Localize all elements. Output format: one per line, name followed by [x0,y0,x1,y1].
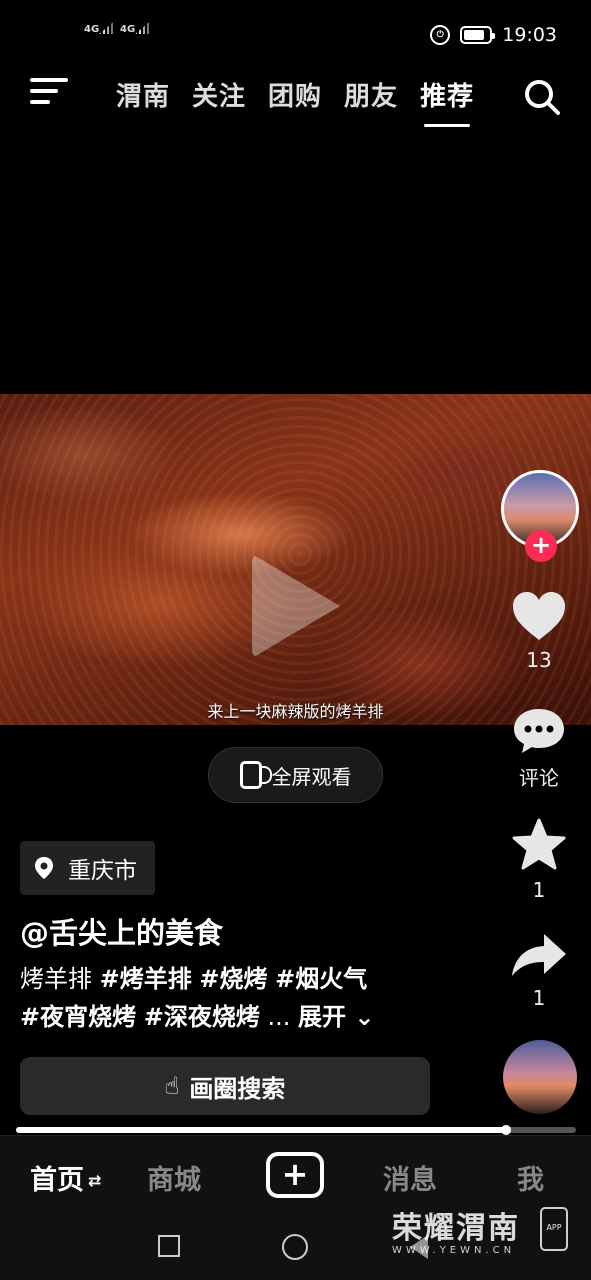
play-icon[interactable] [252,554,340,658]
tab-following[interactable]: 关注 [192,76,246,113]
comment-icon [514,709,564,753]
chevron-down-icon: ⌄ [346,1003,375,1031]
circle-search-label: 画圈搜索 [189,1074,286,1103]
video-progress-bar[interactable] [16,1125,576,1135]
comment-button[interactable]: 评论 [499,706,579,791]
create-post-button[interactable]: + [266,1152,324,1198]
expand-button[interactable]: 展开 ⌄ [298,1003,374,1031]
post-title: 烤羊排 [20,965,92,993]
watermark-logo: 荣耀渭南 WWW.YEWN.CN APP [392,1203,582,1258]
watermark-app-icon: APP [540,1207,568,1251]
hand-gesture-icon: ☝ [164,1072,180,1100]
tab-friends[interactable]: 朋友 [344,76,398,113]
author-name[interactable]: @舌尖上的美食 [20,910,223,952]
nav-me[interactable]: 我 [517,1158,544,1197]
video-player[interactable]: 来上一块麻辣版的烤羊排 [0,394,591,725]
home-icon[interactable] [282,1234,308,1260]
progress-fill [16,1127,506,1133]
hashtag[interactable]: #烤羊排 [100,965,192,993]
signal-icon-sim2: 4G [120,22,150,35]
location-pin-icon [35,857,53,879]
nav-mall[interactable]: 商城 [147,1158,201,1197]
follow-button[interactable]: + [525,530,557,562]
hashtag[interactable]: #烟火气 [275,965,367,993]
fullscreen-label: 全屏观看 [271,764,352,789]
location-tag[interactable]: 重庆市 [20,841,155,895]
favorite-button[interactable]: 1 [499,818,579,902]
ellipsis: ... [267,1003,291,1031]
hashtag[interactable]: #深夜烧烤 [144,1003,260,1031]
recent-apps-icon[interactable] [158,1235,180,1257]
feed-tabs: 渭南 关注 团购 朋友 推荐 [116,76,474,127]
post-description: 烤羊排 #烤羊排 #烧烤 #烟火气 #夜宵烧烤 #深夜烧烤 ... 展开 ⌄ [20,960,480,1036]
fullscreen-button[interactable]: 全屏观看 [208,747,383,803]
rotate-phone-icon [239,761,272,789]
nav-messages[interactable]: 消息 [383,1158,437,1197]
hashtag[interactable]: #夜宵烧烤 [20,1003,136,1031]
location-text: 重庆市 [68,858,137,884]
nav-home[interactable]: 首页 ⇄ [30,1158,101,1197]
comment-label: 评论 [519,766,559,790]
heart-icon [513,592,565,640]
battery-icon [460,26,496,44]
star-icon [512,818,566,870]
tab-group-buy[interactable]: 团购 [268,76,322,113]
eye-comfort-icon: ⏻ [430,25,451,45]
tab-weinan[interactable]: 渭南 [116,76,170,113]
menu-icon[interactable] [30,78,68,108]
progress-knob[interactable] [501,1125,511,1135]
circle-search-button[interactable]: ☝ 画圈搜索 [20,1057,430,1115]
like-button[interactable]: 13 [499,590,579,672]
like-count: 13 [526,648,552,672]
music-disc-avatar[interactable] [503,1040,577,1114]
search-icon[interactable] [523,78,561,116]
top-nav: 渭南 关注 团购 朋友 推荐 [0,70,591,130]
status-right: ⏻ 19:03 [430,24,557,46]
swap-icon: ⇄ [88,1171,102,1190]
share-icon [512,934,566,976]
share-count: 1 [532,986,546,1010]
hashtag[interactable]: #烧烤 [199,965,267,993]
clock: 19:03 [502,24,557,46]
signal-icon-sim1: 4G [84,22,114,35]
share-button[interactable]: 1 [499,930,579,1010]
status-bar: 4G 4G ⏻ 19:03 [0,0,591,64]
tab-recommended[interactable]: 推荐 [420,76,474,127]
favorite-count: 1 [532,878,546,902]
